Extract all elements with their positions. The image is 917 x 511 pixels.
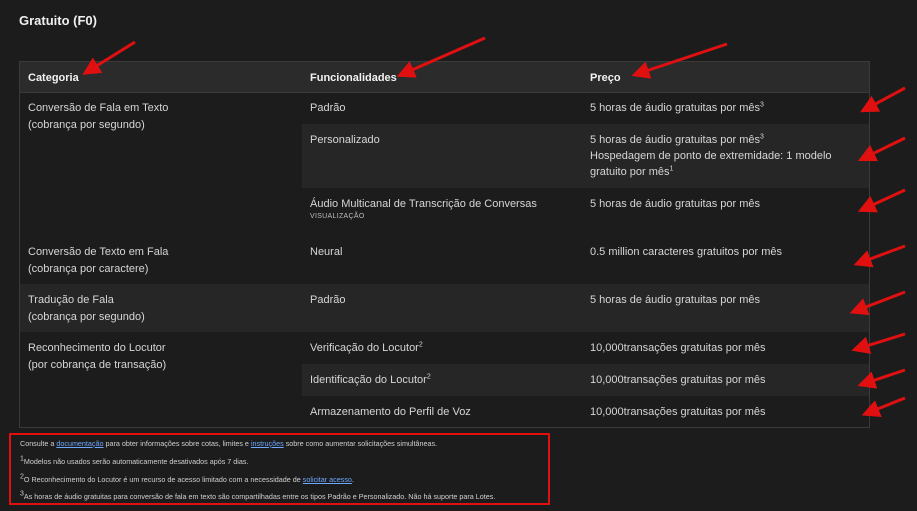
category-name: Conversão de Texto em Fala — [28, 246, 169, 258]
price-text: 5 horas de áudio gratuitas por mês — [590, 294, 760, 306]
category-name: Conversão de Fala em Texto — [28, 102, 169, 114]
price-text: 10,000transações gratuitas por mês — [590, 374, 766, 386]
footnote-general: Consulte a documentação para obter infor… — [20, 439, 438, 448]
feature-name: Padrão — [310, 294, 346, 306]
category-billing: (cobrança por segundo) — [28, 119, 145, 131]
preview-badge: VISUALIZAÇÃO — [310, 213, 365, 220]
category-name: Reconhecimento do Locutor — [28, 342, 166, 354]
documentation-link[interactable]: documentação — [56, 439, 103, 448]
arrow-icon — [860, 86, 906, 113]
price-text: 5 horas de áudio gratuitas por mês3 Hosp… — [590, 133, 832, 178]
feature-name: Verificação do Locutor2 — [310, 341, 423, 354]
header-price: Preço — [590, 72, 621, 84]
footnotes-box: Consulte a documentação para obter infor… — [9, 433, 550, 505]
category-billing: (por cobrança de transação) — [28, 359, 167, 371]
footnote-2: 2O Reconhecimento do Locutor é um recurs… — [20, 473, 354, 484]
section-title: Gratuito (F0) — [19, 13, 97, 28]
feature-name: Padrão — [310, 102, 346, 114]
arrow-icon — [857, 136, 906, 162]
price-text: 5 horas de áudio gratuitas por mês — [590, 198, 760, 210]
header-features: Funcionalidades — [310, 72, 397, 84]
table-header: Categoria Funcionalidades Preço — [20, 62, 869, 92]
divider — [20, 92, 869, 93]
arrow-icon — [857, 188, 906, 213]
request-access-link[interactable]: solicitar acesso — [303, 475, 352, 484]
instructions-link[interactable]: instruções — [251, 439, 284, 448]
arrow-icon — [857, 368, 906, 389]
category-billing: (cobrança por caractere) — [28, 263, 149, 275]
price-text: 5 horas de áudio gratuitas por mês3 — [590, 101, 764, 114]
footnote-3: 3As horas de áudio gratuitas para conver… — [20, 490, 496, 501]
feature-name: Identificação do Locutor2 — [310, 373, 431, 386]
category-billing: (cobrança por segundo) — [28, 311, 145, 323]
arrow-icon — [861, 396, 906, 418]
header-category: Categoria — [28, 72, 79, 84]
pricing-table: Categoria Funcionalidades Preço Conversã… — [19, 61, 870, 428]
feature-name: Personalizado — [310, 134, 380, 146]
feature-name: Armazenamento do Perfil de Voz — [310, 406, 471, 418]
category-name: Tradução de Fala — [28, 294, 114, 306]
feature-name: Neural — [310, 246, 343, 258]
price-text: 10,000transações gratuitas por mês — [590, 406, 766, 418]
footnote-1: 1Modelos não usados serão automaticament… — [20, 455, 249, 466]
price-text: 0.5 million caracteres gratuitos por mês — [590, 246, 782, 258]
price-text: 10,000transações gratuitas por mês — [590, 342, 766, 354]
feature-name: Áudio Multicanal de Transcrição de Conve… — [310, 198, 537, 220]
